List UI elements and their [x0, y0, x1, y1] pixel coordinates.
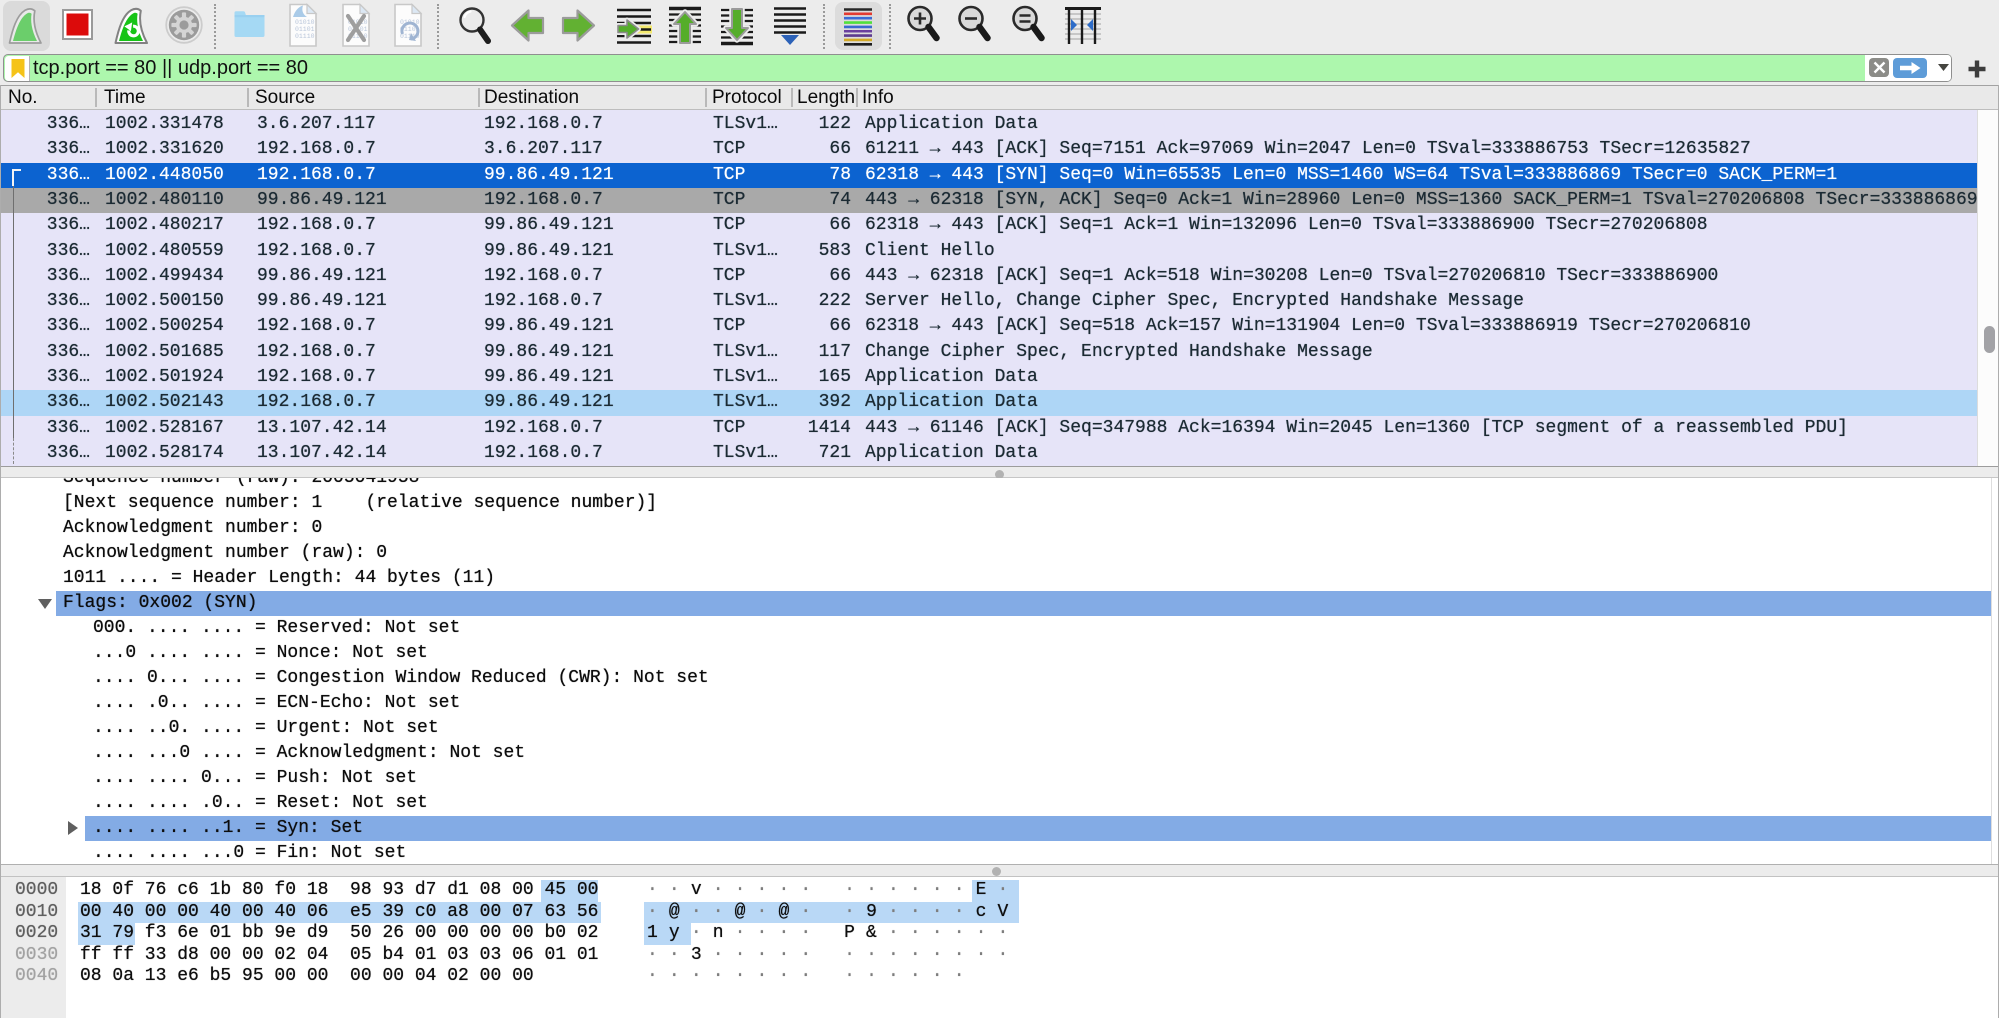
- svg-text:01101: 01101: [295, 26, 315, 33]
- svg-text:01010: 01010: [295, 19, 315, 26]
- svg-text:01110: 01110: [295, 33, 315, 40]
